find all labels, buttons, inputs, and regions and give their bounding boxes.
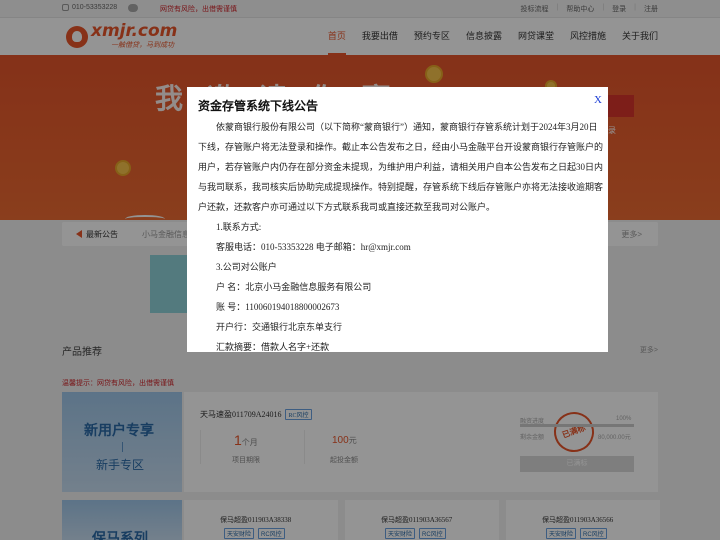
account-heading: 3.公司对公账户 — [216, 262, 277, 272]
contact-heading: 1.联系方式: — [216, 222, 262, 232]
account-number: 账 号：110060194018800002673 — [216, 302, 340, 312]
account-bank: 开户行：交通银行北京东单支行 — [216, 322, 343, 332]
contact-info: 客服电话：010-53353228 电子邮箱：hr@xmjr.com — [216, 242, 411, 252]
announcement-modal: 资金存管系统下线公告 X 依蒙商银行股份有限公司（以下简称“蒙商银行”）通知，蒙… — [187, 87, 608, 352]
account-remark: 汇款摘要：借款人名字+还款 — [216, 342, 330, 352]
modal-body: 依蒙商银行股份有限公司（以下简称“蒙商银行”）通知，蒙商银行存管系统计划于202… — [198, 117, 603, 352]
account-name: 户 名：北京小马金融信息服务有限公司 — [216, 282, 372, 292]
announcement-paragraph: 依蒙商银行股份有限公司（以下简称“蒙商银行”）通知，蒙商银行存管系统计划于202… — [198, 122, 604, 212]
modal-title: 资金存管系统下线公告 — [198, 99, 319, 113]
close-button[interactable]: X — [594, 94, 602, 106]
